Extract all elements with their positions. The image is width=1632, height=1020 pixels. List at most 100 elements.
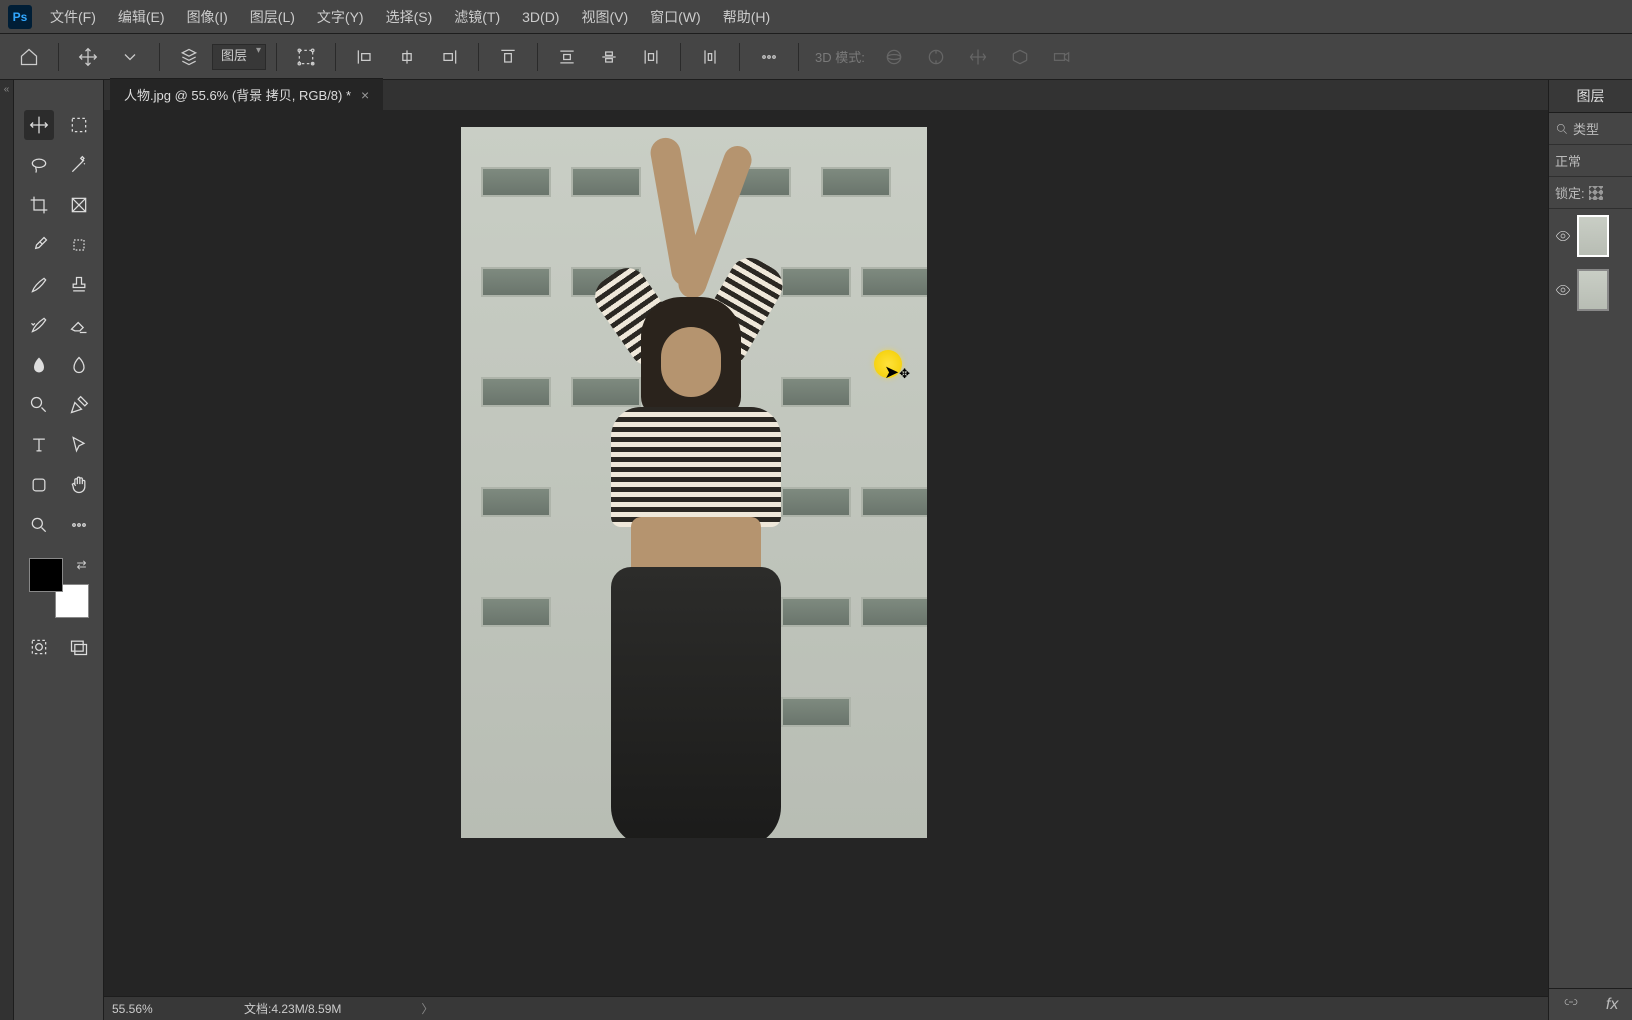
transform-controls-icon[interactable]	[287, 41, 325, 73]
canvas-area[interactable]: ➤✥	[104, 110, 1548, 1020]
move-tool-icon[interactable]	[69, 41, 107, 73]
history-brush-tool[interactable]	[24, 310, 54, 340]
marquee-tool[interactable]	[64, 110, 94, 140]
menu-window[interactable]: 窗口(W)	[650, 7, 701, 27]
3d-roll-icon[interactable]	[917, 41, 955, 73]
distribute-spacing-icon[interactable]	[691, 41, 729, 73]
status-bar: 55.56% 文档:4.23M/8.59M 〉	[104, 996, 1548, 1020]
layer-item-background[interactable]	[1549, 263, 1632, 317]
brush-tool[interactable]	[24, 270, 54, 300]
status-chevron-icon[interactable]: 〉	[421, 1000, 433, 1017]
document-tab-title: 人物.jpg @ 55.6% (背景 拷贝, RGB/8) *	[124, 85, 351, 104]
3d-mode-label: 3D 模式:	[815, 47, 865, 66]
more-options-icon[interactable]	[750, 41, 788, 73]
separator	[276, 43, 277, 71]
layer-thumbnail[interactable]	[1577, 215, 1609, 257]
edit-toolbar[interactable]	[64, 510, 94, 540]
layer-filter-row[interactable]: 类型	[1549, 113, 1632, 145]
chevron-down-icon[interactable]	[111, 41, 149, 73]
separator	[739, 43, 740, 71]
cursor-icon: ➤✥	[884, 362, 910, 383]
link-layers-icon[interactable]	[1563, 994, 1579, 1015]
panel-collapse-strip[interactable]: «	[0, 80, 14, 1020]
foreground-color[interactable]	[29, 558, 63, 592]
eraser-tool[interactable]	[64, 310, 94, 340]
close-tab-icon[interactable]: ×	[361, 87, 369, 103]
separator	[798, 43, 799, 71]
auto-select-dropdown[interactable]: 图层	[212, 44, 266, 70]
visibility-icon[interactable]	[1555, 282, 1571, 298]
layer-item-copy[interactable]	[1549, 209, 1632, 263]
distribute-vcenter-icon[interactable]	[590, 41, 628, 73]
separator	[537, 43, 538, 71]
lock-transparent-icon[interactable]	[1589, 186, 1603, 200]
visibility-icon[interactable]	[1555, 228, 1571, 244]
pen-tool[interactable]	[64, 390, 94, 420]
app-logo: Ps	[8, 5, 32, 29]
menu-bar: Ps 文件(F) 编辑(E) 图像(I) 图层(L) 文字(Y) 选择(S) 滤…	[0, 0, 1632, 34]
doc-info-label: 文档:	[244, 1002, 271, 1016]
menu-image[interactable]: 图像(I)	[187, 7, 228, 27]
distribute-bottom-icon[interactable]	[632, 41, 670, 73]
lock-row: 锁定:	[1549, 177, 1632, 209]
menu-edit[interactable]: 编辑(E)	[118, 7, 165, 27]
document-tab[interactable]: 人物.jpg @ 55.6% (背景 拷贝, RGB/8) * ×	[110, 78, 383, 110]
align-top-icon[interactable]	[489, 41, 527, 73]
fx-icon[interactable]: fx	[1606, 996, 1618, 1014]
swap-colors-icon[interactable]: ⇄	[76, 558, 86, 572]
distribute-top-icon[interactable]	[548, 41, 586, 73]
blend-mode-dropdown[interactable]: 正常	[1549, 145, 1632, 177]
stamp-tool[interactable]	[64, 270, 94, 300]
doc-info-value: 4.23M/8.59M	[271, 1002, 341, 1016]
layers-panel: 图层 类型 正常 锁定: fx	[1548, 80, 1632, 1020]
3d-camera-icon[interactable]	[1043, 41, 1081, 73]
separator	[335, 43, 336, 71]
move-tool[interactable]	[24, 110, 54, 140]
eyedropper-tool[interactable]	[24, 230, 54, 260]
blur-tool[interactable]	[64, 350, 94, 380]
3d-pan-icon[interactable]	[959, 41, 997, 73]
canvas-image	[461, 127, 927, 838]
auto-select-icon[interactable]	[170, 41, 208, 73]
menu-file[interactable]: 文件(F)	[50, 7, 96, 27]
screen-mode-tool[interactable]	[64, 632, 94, 662]
3d-slide-icon[interactable]	[1001, 41, 1039, 73]
hand-tool[interactable]	[64, 470, 94, 500]
zoom-value[interactable]: 55.56%	[104, 1002, 204, 1016]
type-tool[interactable]	[24, 430, 54, 460]
quick-mask-tool[interactable]	[24, 632, 54, 662]
home-button[interactable]	[10, 41, 48, 73]
crop-tool[interactable]	[24, 190, 54, 220]
shape-tool[interactable]	[24, 470, 54, 500]
align-left-icon[interactable]	[346, 41, 384, 73]
align-hcenter-icon[interactable]	[388, 41, 426, 73]
menu-type[interactable]: 文字(Y)	[317, 7, 364, 27]
tool-panel: ⇄	[14, 80, 104, 1020]
separator	[478, 43, 479, 71]
lock-label: 锁定:	[1555, 183, 1585, 202]
layer-thumbnail[interactable]	[1577, 269, 1609, 311]
align-right-icon[interactable]	[430, 41, 468, 73]
menu-3d[interactable]: 3D(D)	[522, 9, 559, 25]
3d-orbit-icon[interactable]	[875, 41, 913, 73]
magic-wand-tool[interactable]	[64, 150, 94, 180]
zoom-tool[interactable]	[24, 510, 54, 540]
separator	[58, 43, 59, 71]
gradient-tool[interactable]	[24, 350, 54, 380]
color-swatches[interactable]: ⇄	[29, 558, 89, 618]
dodge-tool[interactable]	[24, 390, 54, 420]
separator	[159, 43, 160, 71]
menu-view[interactable]: 视图(V)	[581, 7, 628, 27]
patch-tool[interactable]	[64, 230, 94, 260]
separator	[680, 43, 681, 71]
lasso-tool[interactable]	[24, 150, 54, 180]
menu-help[interactable]: 帮助(H)	[723, 7, 770, 27]
menu-filter[interactable]: 滤镜(T)	[454, 7, 500, 27]
menu-layer[interactable]: 图层(L)	[250, 7, 295, 27]
layer-filter-label: 类型	[1573, 119, 1599, 138]
layers-tab[interactable]: 图层	[1549, 80, 1632, 113]
path-selection-tool[interactable]	[64, 430, 94, 460]
options-bar: 图层 3D 模式:	[0, 34, 1632, 80]
menu-select[interactable]: 选择(S)	[386, 7, 433, 27]
frame-tool[interactable]	[64, 190, 94, 220]
